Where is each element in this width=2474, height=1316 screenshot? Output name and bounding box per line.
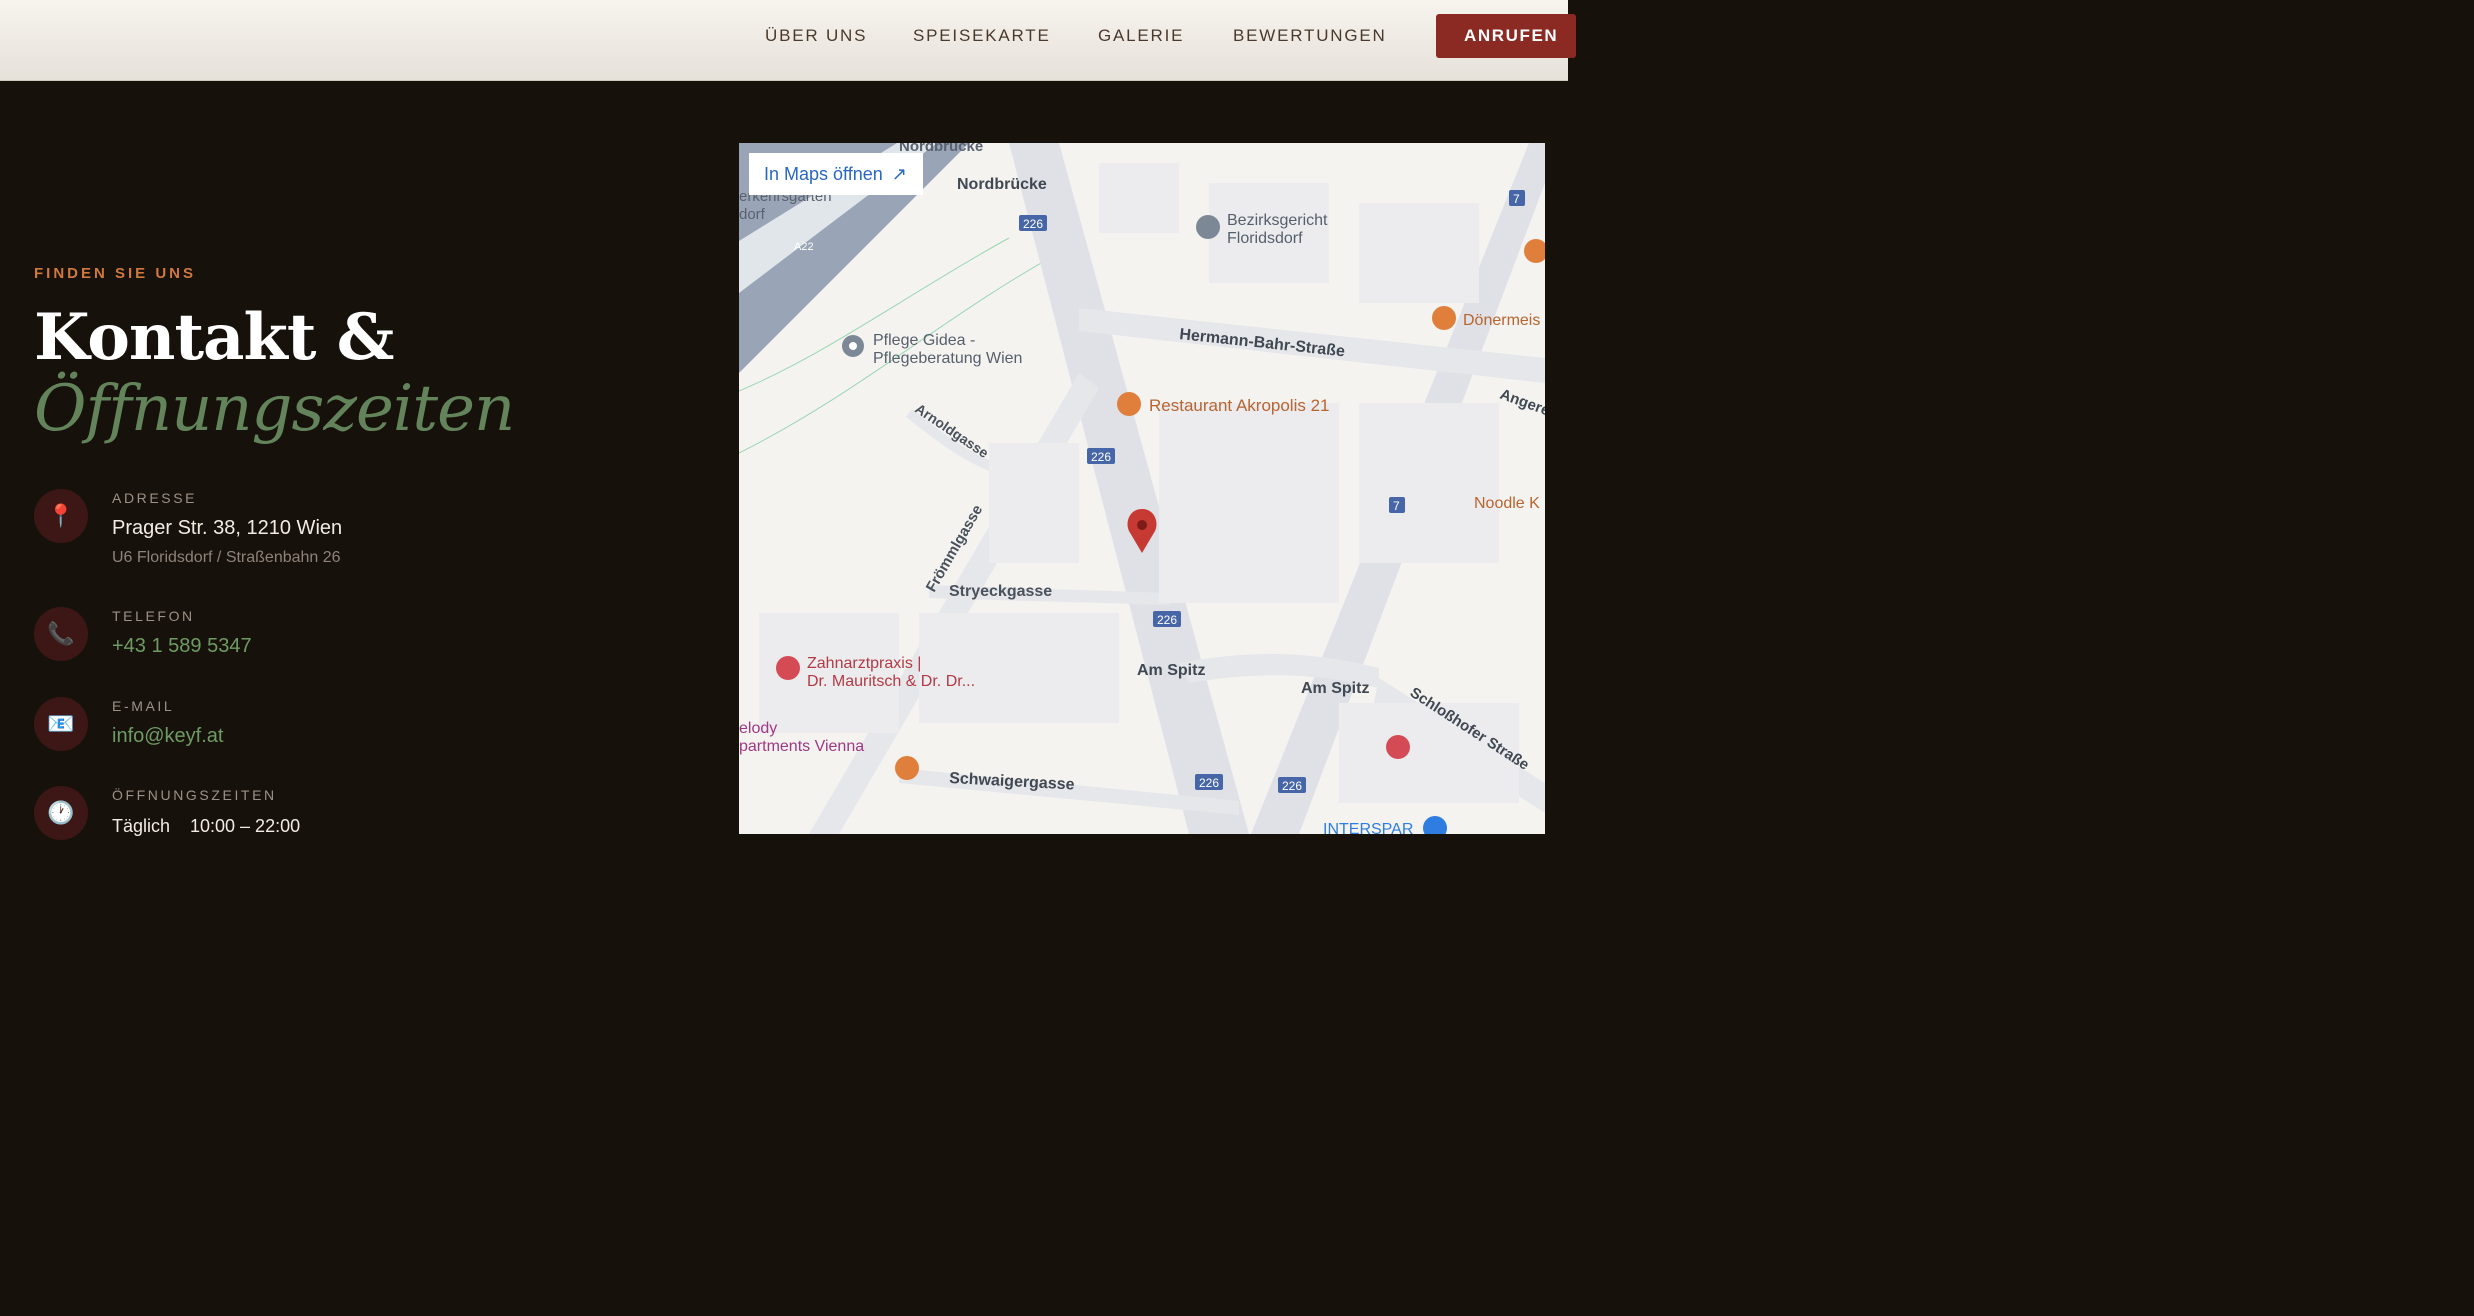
map-label: Floridsdorf: [1227, 230, 1303, 247]
map-label: Nordbrücke: [957, 176, 1047, 193]
route-badge-label: 226: [1199, 776, 1219, 790]
map-canvas[interactable]: Nordbrücke Nordbrücke erkehrsgarten dorf…: [739, 143, 1545, 834]
nav-link-galerie[interactable]: GALERIE: [1098, 26, 1184, 46]
address-value: Prager Str. 38, 1210 Wien: [112, 517, 343, 539]
hours-label: ÖFFNUNGSZEITEN: [112, 787, 277, 803]
route-badge-label: 226: [1091, 450, 1111, 464]
external-link-icon: ↗: [891, 164, 907, 184]
map-embed[interactable]: Nordbrücke Nordbrücke erkehrsgarten dorf…: [739, 143, 1545, 834]
phone-icon: 📞: [34, 607, 88, 661]
hours-time: 10:00 – 22:00: [190, 816, 301, 836]
building: [1359, 203, 1479, 303]
call-button[interactable]: ANRUFEN: [1436, 14, 1576, 58]
email-label: E-MAIL: [112, 698, 175, 714]
map-label: INTERSPAR: [1323, 821, 1413, 834]
map-label: elody: [739, 720, 777, 737]
hours-day: Täglich: [112, 816, 171, 836]
section-eyebrow: FINDEN SIE UNS: [34, 265, 197, 282]
top-navigation-bar: ÜBER UNS SPEISEKARTE GALERIE BEWERTUNGEN…: [0, 0, 1576, 81]
section-title: Kontakt &: [34, 300, 394, 375]
route-badge-label: 7: [1513, 192, 1520, 206]
map-label: dorf: [739, 206, 766, 223]
map-label: Am Spitz: [1301, 680, 1369, 697]
phone-link[interactable]: +43 1 589 5347: [112, 635, 252, 658]
poi-pflege-dot: [849, 342, 857, 350]
map-label: Zahnarztpraxis |: [807, 655, 921, 672]
route-badge-label: 226: [1282, 779, 1302, 793]
route-badge-label: 226: [1023, 217, 1043, 231]
map-label: Am Spitz: [1137, 662, 1205, 679]
building: [919, 613, 1119, 723]
map-label: Pflege Gidea -: [873, 332, 975, 349]
location-pin-icon: 📍: [34, 489, 88, 543]
map-label: Bezirksgericht: [1227, 212, 1328, 229]
map-label: Restaurant Akropolis 21: [1149, 396, 1330, 415]
address-label: ADRESSE: [112, 490, 198, 506]
building: [1099, 163, 1179, 233]
nav-link-bewertungen[interactable]: BEWERTUNGEN: [1233, 26, 1387, 46]
open-in-maps-label: In Maps öffnen: [764, 164, 883, 184]
email-icon: 📧: [34, 697, 88, 751]
nav-link-ueber-uns[interactable]: ÜBER UNS: [765, 26, 867, 46]
route-badge-label: 7: [1393, 499, 1400, 513]
poi-restaurant-icon[interactable]: [895, 756, 919, 780]
map-label: Noodle K: [1474, 495, 1540, 512]
map-label: partments Vienna: [739, 738, 864, 755]
poi-court-icon[interactable]: [1196, 215, 1220, 239]
building: [1159, 403, 1339, 603]
section-title-accent: Öffnungszeiten: [34, 372, 515, 446]
map-label: Dr. Mauritsch & Dr. Dr...: [807, 673, 975, 690]
location-pin-dot: [1137, 520, 1147, 530]
clock-icon: 🕐: [34, 786, 88, 840]
open-in-maps-button[interactable]: In Maps öffnen ↗: [749, 153, 923, 195]
map-label: Pflegeberatung Wien: [873, 350, 1022, 367]
nav-link-speisekarte[interactable]: SPEISEKARTE: [913, 26, 1051, 46]
poi-medical-icon[interactable]: [1386, 735, 1410, 759]
poi-dentist-icon[interactable]: [776, 656, 800, 680]
phone-label: TELEFON: [112, 608, 195, 624]
map-label: Stryeckgasse: [949, 583, 1052, 600]
building: [989, 443, 1079, 563]
address-subtext: U6 Floridsdorf / Straßenbahn 26: [112, 549, 341, 566]
route-badge-label: 226: [1157, 613, 1177, 627]
email-link[interactable]: info@keyf.at: [112, 725, 223, 748]
map-label: Dönermeis: [1463, 312, 1540, 329]
poi-restaurant-icon[interactable]: [1432, 306, 1456, 330]
building: [1359, 403, 1499, 563]
map-label: A22: [794, 241, 814, 253]
poi-restaurant-icon[interactable]: [1117, 392, 1141, 416]
